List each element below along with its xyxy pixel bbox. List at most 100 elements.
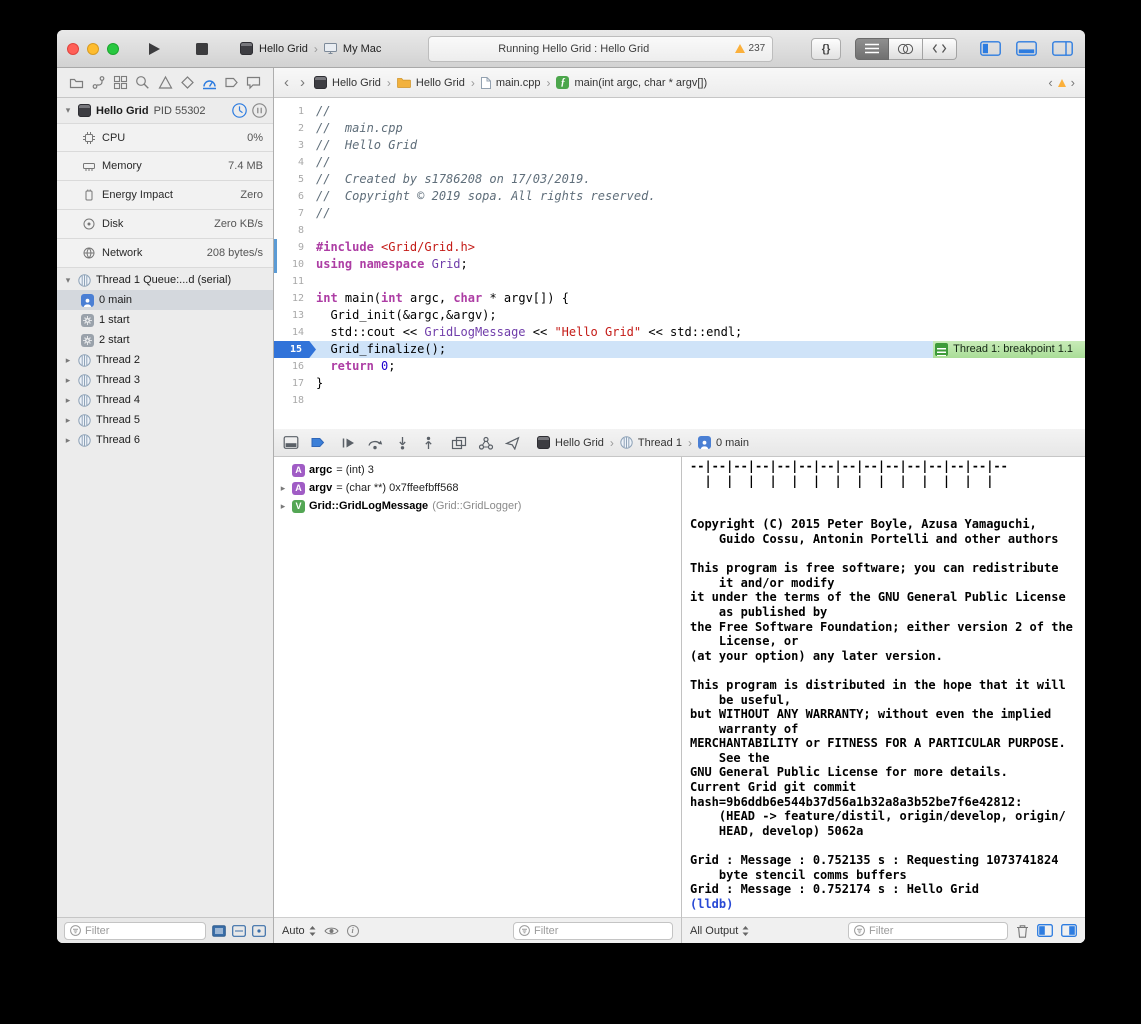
zoom-window-button[interactable] [107,43,119,55]
filter-interesting-threads-button[interactable] [212,925,226,937]
breakpoints-toggle-button[interactable] [310,435,326,450]
gauge-row-memory[interactable]: Memory7.4 MB [57,152,273,181]
stop-button[interactable] [187,36,217,62]
disclosure-icon[interactable]: ▸ [63,435,73,446]
project-navigator-icon[interactable] [69,75,84,90]
code-line-10[interactable]: 10using namespace Grid; [274,256,1085,273]
find-navigator-icon[interactable] [135,75,150,90]
step-over-button[interactable] [367,436,384,450]
pause-process-button[interactable] [252,103,267,118]
code-snippet-button[interactable]: {} [811,38,841,60]
breakpoint-annotation[interactable]: Thread 1: breakpoint 1.1 [933,341,1085,358]
variables-filter-field[interactable]: Filter [513,922,673,940]
console-output-popup[interactable]: All Output [690,925,749,937]
jumpbar-item[interactable]: Hello Grid [314,76,381,89]
symbol-navigator-icon[interactable] [113,75,128,90]
variables-scope-popup[interactable]: Auto [282,925,316,937]
gauge-row-disk[interactable]: DiskZero KB/s [57,210,273,239]
code-line-5[interactable]: 5// Created by s1786208 on 17/03/2019. [274,171,1085,188]
thread-item[interactable]: ▸Thread 5 [57,410,273,430]
process-row[interactable]: ▾ Hello Grid PID 55302 [57,98,273,123]
code-line-8[interactable]: 8 [274,222,1085,239]
warning-count-badge[interactable]: 237 [735,37,766,61]
gauge-row-cpu[interactable]: CPU0% [57,123,273,152]
debug-navigator-icon[interactable] [202,75,217,90]
assistant-editor-button[interactable] [889,38,923,60]
code-line-2[interactable]: 2// main.cpp [274,120,1085,137]
close-window-button[interactable] [67,43,79,55]
view-mode-stack-button[interactable] [232,925,246,937]
step-out-button[interactable] [421,436,436,450]
code-line-9[interactable]: 9#include <Grid/Grid.h> [274,239,1085,256]
show-variables-view-button[interactable] [1037,924,1053,937]
run-button[interactable] [139,36,169,62]
console-filter-field[interactable]: Filter [848,922,1008,940]
thread-1-row[interactable]: ▾Thread 1 Queue:...d (serial) [57,270,273,290]
code-line-17[interactable]: 17} [274,375,1085,392]
jumpbar-item[interactable]: ƒmain(int argc, char * argv[]) [556,76,707,89]
minimize-window-button[interactable] [87,43,99,55]
navigator-filter-field[interactable]: Filter [64,922,206,940]
toggle-debug-area-button[interactable] [1013,38,1039,60]
code-line-13[interactable]: 13 Grid_init(&argc,&argv); [274,307,1085,324]
disclosure-icon[interactable]: ▸ [278,501,288,512]
view-mode-flat-button[interactable] [252,925,266,937]
variable-row[interactable]: ▸VGrid::GridLogMessage(Grid::GridLogger) [278,497,677,515]
disclosure-icon[interactable]: ▸ [63,395,73,406]
forward-button[interactable]: › [298,75,307,90]
code-line-15[interactable]: 15 Grid_finalize();Thread 1: breakpoint … [274,341,1085,358]
code-line-4[interactable]: 4// [274,154,1085,171]
breakpoint-marker[interactable]: 15 [274,341,316,358]
thread-item[interactable]: ▸Thread 6 [57,430,273,450]
disclosure-icon[interactable]: ▾ [63,275,73,286]
debug-view-hierarchy-button[interactable] [451,436,467,450]
disclosure-icon[interactable]: ▸ [63,375,73,386]
report-navigator-icon[interactable] [246,75,261,90]
thread-item[interactable]: ▸Thread 3 [57,370,273,390]
code-line-18[interactable]: 18 [274,392,1085,409]
version-editor-button[interactable] [923,38,957,60]
code-line-6[interactable]: 6// Copyright © 2019 sopa. All rights re… [274,188,1085,205]
jumpbar-item[interactable]: Hello Grid [397,77,465,89]
memory-graph-button[interactable] [478,436,494,450]
console-output[interactable]: --|--|--|--|--|--|--|--|--|--|--|--|--|-… [682,457,1085,917]
standard-editor-button[interactable] [855,38,889,60]
source-control-icon[interactable] [91,75,106,90]
code-line-3[interactable]: 3// Hello Grid [274,137,1085,154]
clear-console-button[interactable] [1016,924,1029,938]
disclosure-icon[interactable]: ▸ [63,355,73,366]
step-into-button[interactable] [395,436,410,450]
show-console-view-button[interactable] [1061,924,1077,937]
gauge-row-network[interactable]: Network208 bytes/s [57,239,273,268]
test-navigator-icon[interactable] [180,75,195,90]
thread-item[interactable]: ▸Thread 2 [57,350,273,370]
continue-button[interactable] [341,436,356,450]
hide-debug-area-button[interactable] [283,435,299,450]
debug-crumb[interactable]: Thread 1 [620,436,682,449]
debug-crumb[interactable]: Hello Grid [537,436,604,449]
variable-row[interactable]: Aargc= (int) 3 [278,461,677,479]
disclosure-icon[interactable]: ▸ [63,415,73,426]
stack-frame-0-main[interactable]: 0 main [57,290,273,310]
code-line-16[interactable]: 16 return 0; [274,358,1085,375]
previous-issue-button[interactable]: ‹ [1046,76,1054,89]
code-line-12[interactable]: 12int main(int argc, char * argv[]) { [274,290,1085,307]
code-line-14[interactable]: 14 std::cout << GridLogMessage << "Hello… [274,324,1085,341]
scheme-selector[interactable]: Hello Grid › My Mac [231,39,390,59]
variable-row[interactable]: ▸Aargv= (char **) 0x7ffeefbff568 [278,479,677,497]
toggle-inspector-button[interactable] [1049,38,1075,60]
code-line-11[interactable]: 11 [274,273,1085,290]
gauge-row-energy[interactable]: Energy ImpactZero [57,181,273,210]
breakpoint-navigator-icon[interactable] [224,75,239,90]
debug-crumb[interactable]: 0 main [698,436,749,449]
info-icon[interactable]: i [347,925,359,937]
jumpbar-item[interactable]: main.cpp [481,77,541,89]
next-issue-button[interactable]: › [1069,76,1077,89]
issue-navigator-icon[interactable] [158,75,173,90]
code-line-7[interactable]: 7// [274,205,1085,222]
stack-frame-2-start[interactable]: 2 start [57,330,273,350]
thread-item[interactable]: ▸Thread 4 [57,390,273,410]
simulate-location-button[interactable] [505,436,520,450]
toggle-navigator-button[interactable] [977,38,1003,60]
source-editor[interactable]: 1//2// main.cpp3// Hello Grid4//5// Crea… [274,98,1085,429]
